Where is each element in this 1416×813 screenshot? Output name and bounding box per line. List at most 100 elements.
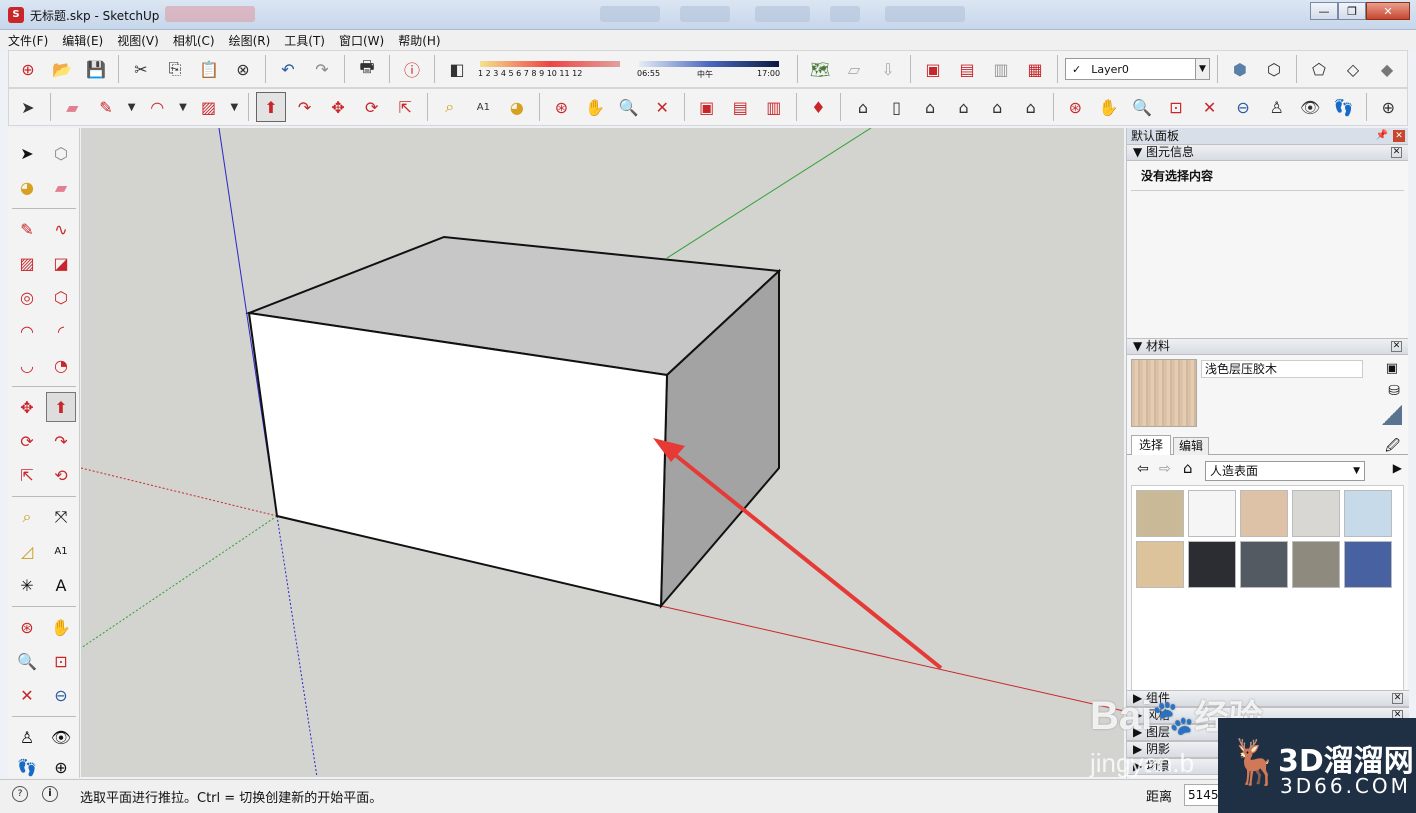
model-canvas[interactable] — [81, 128, 1124, 777]
google-earth-icon[interactable]: 🗺 — [805, 54, 835, 84]
menu-view[interactable]: 视图(V) — [117, 32, 159, 49]
erase-icon[interactable]: ⊗ — [228, 54, 258, 84]
sample-paint-icon[interactable] — [1382, 405, 1402, 425]
ruby-icon[interactable]: ♦ — [804, 92, 834, 122]
rectangle-icon[interactable]: ▨ — [12, 248, 42, 278]
chevron-down-icon[interactable]: ▼ — [176, 92, 190, 122]
protractor-icon[interactable]: ◿ — [12, 536, 42, 566]
follow-me-icon[interactable]: ↷ — [290, 92, 320, 122]
top-view-icon[interactable]: ⌂ — [915, 92, 945, 122]
redo-icon[interactable]: ↷ — [307, 54, 337, 84]
paste-icon[interactable]: 📋 — [194, 54, 224, 84]
look-around-icon[interactable]: 👁 — [1295, 92, 1325, 122]
component-share-icon[interactable]: ▥ — [986, 54, 1016, 84]
drawing-viewport[interactable] — [81, 128, 1124, 777]
eraser-icon[interactable]: ▰ — [46, 172, 76, 202]
zoom-extents-icon[interactable]: ✕ — [647, 92, 677, 122]
open-folder-icon[interactable]: 📂 — [47, 54, 77, 84]
wireframe-icon[interactable]: ◇ — [1338, 54, 1368, 84]
menu-draw[interactable]: 绘图(R) — [229, 32, 271, 49]
menu-edit[interactable]: 编辑(E) — [62, 32, 103, 49]
push-pull-icon[interactable]: ⬆ — [46, 392, 76, 422]
zoom-window-icon[interactable]: ⊡ — [46, 646, 76, 676]
zoom-icon[interactable]: 🔍 — [1128, 92, 1158, 122]
scale-icon[interactable]: ⇱ — [12, 460, 42, 490]
make-component-icon[interactable]: ⬡ — [46, 138, 76, 168]
paint-bucket-icon[interactable]: ◕ — [502, 92, 532, 122]
forward-arrow-icon[interactable]: ⇨ — [1159, 461, 1171, 477]
three-point-arc-icon[interactable]: ◡ — [12, 350, 42, 380]
line-icon[interactable]: ✎ — [12, 214, 42, 244]
pencil-icon[interactable]: ✎ — [91, 92, 121, 122]
follow-me-icon[interactable]: ↷ — [46, 426, 76, 456]
material-swatch[interactable] — [1136, 490, 1184, 537]
minimize-button[interactable]: — — [1310, 2, 1338, 20]
axes-icon[interactable]: ✳ — [12, 570, 42, 600]
material-swatch[interactable] — [1344, 541, 1392, 588]
menu-help[interactable]: 帮助(H) — [398, 32, 440, 49]
previous-view-icon[interactable]: ⊖ — [1228, 92, 1258, 122]
pan-hand-icon[interactable]: ✋ — [580, 92, 610, 122]
chevron-down-icon[interactable]: ▼ — [125, 92, 139, 122]
arc-icon[interactable]: ◠ — [142, 92, 172, 122]
rectangle-icon[interactable]: ▨ — [194, 92, 224, 122]
arc-icon[interactable]: ◠ — [12, 316, 42, 346]
zoom-window-icon[interactable]: ⊡ — [1161, 92, 1191, 122]
front-view-icon[interactable]: ▯ — [882, 92, 912, 122]
shadow-date-slider[interactable]: 1 2 3 4 5 6 7 8 9 10 11 12 — [476, 55, 631, 83]
rotate-icon[interactable]: ⟳ — [357, 92, 387, 122]
text-icon[interactable]: A1 — [46, 536, 76, 566]
get-models-icon[interactable]: ⇩ — [873, 54, 903, 84]
push-pull-icon[interactable]: ⬆ — [256, 92, 286, 122]
zoom-extents-icon[interactable]: ✕ — [1195, 92, 1225, 122]
offset-icon[interactable]: ⟲ — [46, 460, 76, 490]
save-icon[interactable]: 💾 — [81, 54, 111, 84]
select-arrow-icon[interactable]: ➤ — [13, 92, 43, 122]
material-swatch[interactable] — [1136, 541, 1184, 588]
paint-bucket-icon[interactable]: ⛁ — [1388, 383, 1400, 399]
3d-text-icon[interactable]: A — [46, 570, 76, 600]
material-swatch[interactable] — [1292, 541, 1340, 588]
cut-icon[interactable]: ✂ — [126, 54, 156, 84]
close-icon[interactable]: ✕ — [1391, 147, 1402, 158]
material-swatch[interactable] — [1240, 541, 1288, 588]
pan-hand-icon[interactable]: ✋ — [1094, 92, 1124, 122]
section-plane-icon[interactable]: ⊕ — [1374, 92, 1404, 122]
orbit-icon[interactable]: ⊛ — [12, 612, 42, 642]
view-top-icon[interactable]: ⬡ — [1259, 54, 1289, 84]
move-icon[interactable]: ✥ — [323, 92, 353, 122]
previous-view-icon[interactable]: ⊖ — [46, 680, 76, 710]
shadow-toggle-icon[interactable]: ◧ — [442, 54, 472, 84]
credits-icon[interactable]: i — [42, 786, 58, 802]
walk-icon[interactable]: 👣 — [12, 752, 42, 782]
maximize-button[interactable]: ❐ — [1338, 2, 1366, 20]
two-point-arc-icon[interactable]: ◜ — [46, 316, 76, 346]
pie-icon[interactable]: ◔ — [46, 350, 76, 380]
share-component-icon[interactable]: ▥ — [759, 92, 789, 122]
walk-icon[interactable]: 👣 — [1329, 92, 1359, 122]
back-arrow-icon[interactable]: ⇦ — [1137, 461, 1149, 477]
shaded-icon[interactable]: ◆ — [1372, 54, 1402, 84]
dimension-icon[interactable]: ⤧ — [46, 502, 76, 532]
menu-file[interactable]: 文件(F) — [8, 32, 48, 49]
position-camera-icon[interactable]: ♙ — [12, 722, 42, 752]
model-info-icon[interactable]: ⓘ — [397, 54, 427, 84]
print-icon[interactable]: 🖶 — [352, 54, 382, 84]
zoom-extents-icon[interactable]: ✕ — [12, 680, 42, 710]
orbit-icon[interactable]: ⊛ — [547, 92, 577, 122]
move-icon[interactable]: ✥ — [12, 392, 42, 422]
details-arrow-icon[interactable]: ▶ — [1393, 461, 1402, 475]
copy-icon[interactable]: ⎘ — [160, 54, 190, 84]
extension-icon[interactable]: ▦ — [1020, 54, 1050, 84]
pin-icon[interactable]: 📌 — [1376, 128, 1388, 144]
look-around-icon[interactable]: 👁 — [46, 722, 76, 752]
library-dropdown[interactable]: 人造表面 ▼ — [1205, 461, 1365, 481]
scale-icon[interactable]: ⇱ — [390, 92, 420, 122]
warehouse-get-icon[interactable]: ▣ — [692, 92, 722, 122]
material-preview-swatch[interactable] — [1131, 359, 1197, 427]
menu-tools[interactable]: 工具(T) — [284, 32, 325, 49]
orbit-icon[interactable]: ⊛ — [1060, 92, 1090, 122]
material-name-field[interactable]: 浅色层压胶木 — [1201, 360, 1363, 378]
polygon-icon[interactable]: ⬡ — [46, 282, 76, 312]
chevron-down-icon[interactable]: ▼ — [227, 92, 241, 122]
